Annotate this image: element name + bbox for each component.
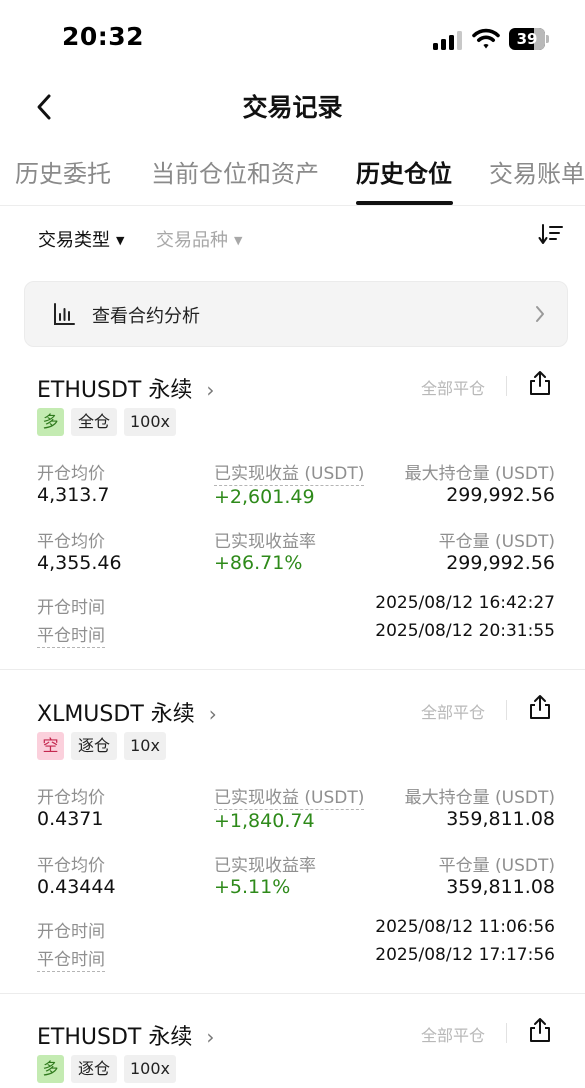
realized-pnl-value: +1,840.74 [214, 810, 315, 832]
realized-pnl-rate-value: +86.71% [214, 552, 303, 574]
bar-chart-icon [54, 303, 75, 325]
chevron-right-icon: › [206, 378, 215, 402]
realized-pnl-label[interactable]: 已实现收益 (USDT) [214, 783, 365, 810]
close-time-value: 2025/08/12 20:31:55 [375, 621, 555, 641]
instrument-filter[interactable]: 交易品种 ▼ [156, 226, 242, 252]
card-divider [0, 993, 585, 994]
close-all-button[interactable]: 全部平仓 [421, 699, 485, 723]
leverage-badge: 10x [124, 732, 166, 760]
nav-bar: 交易记录 [0, 78, 585, 136]
page-title: 交易记录 [242, 93, 343, 122]
caret-down-icon: ▼ [234, 234, 243, 247]
margin-mode-badge: 逐仓 [71, 732, 117, 760]
divider [506, 1023, 507, 1043]
side-badge: 多 [37, 408, 64, 436]
max-position-value: 299,992.56 [446, 484, 555, 506]
share-icon[interactable] [528, 693, 552, 721]
trade-type-filter[interactable]: 交易类型 ▼ [38, 226, 124, 252]
close-all-button[interactable]: 全部平仓 [421, 375, 485, 399]
open-avg-value: 4,313.7 [37, 484, 110, 506]
chevron-right-icon: › [208, 702, 217, 726]
share-icon[interactable] [528, 369, 552, 397]
open-avg-label: 开仓均价 [37, 788, 105, 808]
close-volume-value: 299,992.56 [446, 552, 555, 574]
chevron-right-icon: › [206, 1025, 215, 1049]
open-avg-value: 0.4371 [37, 808, 104, 830]
realized-pnl-rate-label: 已实现收益率 [214, 856, 316, 876]
filter-bar: 交易类型 ▼ 交易品种 ▼ [0, 218, 585, 258]
tab-order-history[interactable]: 历史委托 [15, 154, 111, 189]
battery-icon: 39 [509, 28, 549, 50]
divider [506, 700, 507, 720]
tab-current-positions[interactable]: 当前仓位和资产 [151, 154, 319, 189]
instrument-label: 交易品种 [156, 230, 228, 251]
max-position-label: 最大持仓量 (USDT) [404, 464, 555, 484]
contract-analysis-label: 查看合约分析 [92, 306, 200, 327]
realized-pnl-value: +2,601.49 [214, 486, 315, 508]
position-symbol[interactable]: ETHUSDT 永续 › [37, 1019, 214, 1051]
symbol-label: ETHUSDT 永续 [37, 1025, 193, 1050]
close-time-label[interactable]: 平仓时间 [37, 945, 105, 972]
status-time: 20:32 [62, 22, 145, 51]
position-symbol[interactable]: XLMUSDT 永续 › [37, 696, 217, 728]
margin-mode-badge: 全仓 [71, 408, 117, 436]
close-avg-label: 平仓均价 [37, 532, 105, 552]
close-volume-label: 平仓量 (USDT) [438, 856, 555, 876]
open-time-value: 2025/08/12 16:42:27 [375, 593, 555, 613]
close-volume-label: 平仓量 (USDT) [438, 532, 555, 552]
tab-bar: 历史委托 当前仓位和资产 历史仓位 交易账单 [0, 146, 585, 206]
leverage-badge: 100x [124, 1055, 176, 1083]
close-time-value: 2025/08/12 17:17:56 [375, 945, 555, 965]
chevron-right-icon [536, 306, 544, 322]
divider [506, 376, 507, 396]
open-avg-label: 开仓均价 [37, 464, 105, 484]
max-position-label: 最大持仓量 (USDT) [404, 788, 555, 808]
realized-pnl-label[interactable]: 已实现收益 (USDT) [214, 459, 365, 486]
trade-type-label: 交易类型 [38, 230, 110, 251]
close-avg-label: 平仓均价 [37, 856, 105, 876]
wifi-icon [472, 28, 500, 49]
caret-down-icon: ▼ [116, 234, 125, 247]
open-time-value: 2025/08/12 11:06:56 [375, 917, 555, 937]
close-avg-value: 0.43444 [37, 876, 116, 898]
active-tab-indicator [356, 201, 453, 205]
tab-bills[interactable]: 交易账单 [489, 154, 585, 189]
tab-position-history[interactable]: 历史仓位 [356, 154, 452, 189]
position-symbol[interactable]: ETHUSDT 永续 › [37, 372, 214, 404]
symbol-label: ETHUSDT 永续 [37, 378, 193, 403]
close-avg-value: 4,355.46 [37, 552, 122, 574]
close-volume-value: 359,811.08 [446, 876, 555, 898]
margin-mode-badge: 逐仓 [71, 1055, 117, 1083]
cellular-signal-icon [433, 30, 463, 50]
sort-icon[interactable] [538, 222, 564, 248]
contract-analysis-banner[interactable]: 查看合约分析 [24, 281, 568, 347]
leverage-badge: 100x [124, 408, 176, 436]
close-time-label[interactable]: 平仓时间 [37, 621, 105, 648]
status-bar: 20:32 39 [0, 0, 585, 78]
close-all-button[interactable]: 全部平仓 [421, 1022, 485, 1046]
card-divider [0, 669, 585, 670]
realized-pnl-rate-label: 已实现收益率 [214, 532, 316, 552]
side-badge: 多 [37, 1055, 64, 1083]
share-icon[interactable] [528, 1016, 552, 1044]
symbol-label: XLMUSDT 永续 [37, 702, 195, 727]
open-time-label: 开仓时间 [37, 922, 105, 942]
open-time-label: 开仓时间 [37, 598, 105, 618]
battery-level: 39 [516, 30, 538, 48]
side-badge: 空 [37, 732, 64, 760]
max-position-value: 359,811.08 [446, 808, 555, 830]
realized-pnl-rate-value: +5.11% [214, 876, 291, 898]
